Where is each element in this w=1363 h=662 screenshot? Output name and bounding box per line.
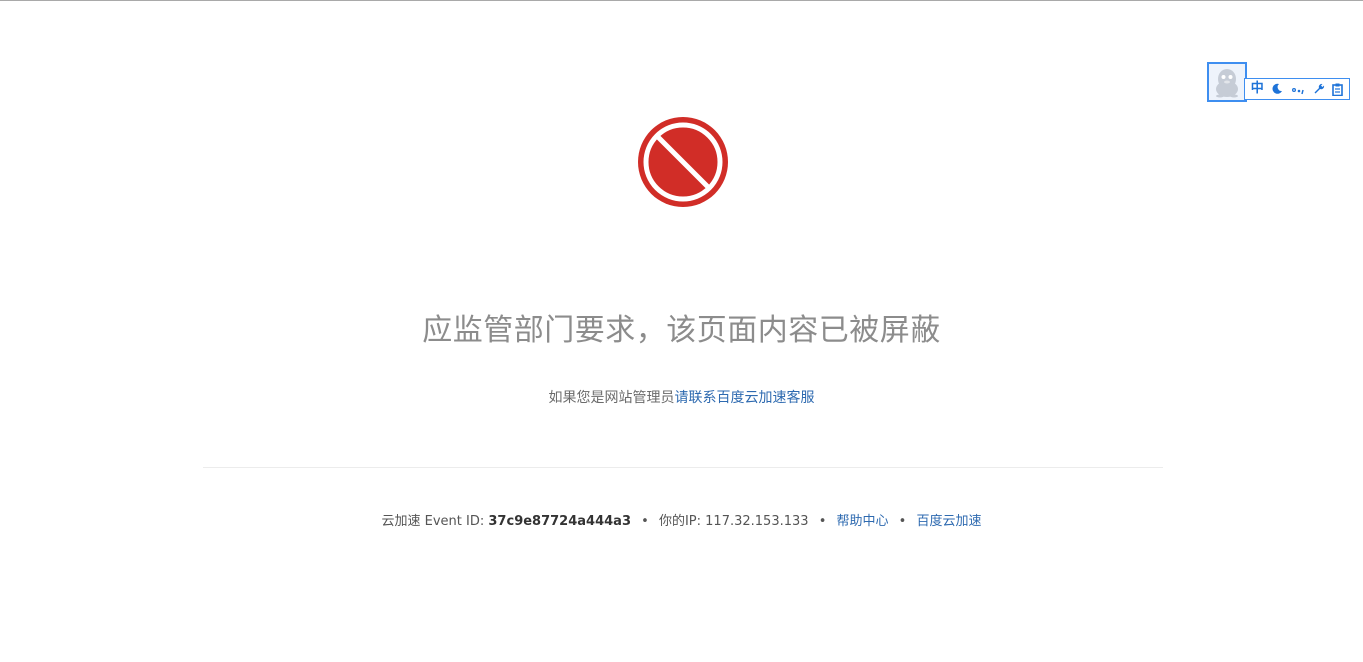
ip-value: 117.32.153.133 (705, 514, 809, 529)
qq-penguin-icon[interactable] (1207, 62, 1247, 102)
moon-icon[interactable] (1271, 83, 1283, 95)
top-border (0, 0, 1363, 1)
contact-line: 如果您是网站管理员请联系百度云加速客服 (0, 387, 1363, 407)
ime-toolbar: 中 (1244, 78, 1350, 100)
blocked-headline: 应监管部门要求，该页面内容已被屏蔽 (422, 313, 941, 348)
ime-mode-toggle[interactable]: 中 (1251, 79, 1264, 99)
baidu-yunjiasu-link[interactable]: 百度云加速 (916, 514, 981, 529)
contact-support-link[interactable]: 请联系百度云加速客服 (675, 390, 815, 406)
help-center-link[interactable]: 帮助中心 (837, 514, 889, 529)
separator-dot: • (898, 514, 907, 529)
divider (203, 467, 1163, 468)
contact-prefix: 如果您是网站管理员 (548, 390, 675, 406)
clipboard-icon[interactable] (1332, 83, 1343, 96)
event-id: 37c9e87724a444a3 (488, 514, 632, 529)
footer: 云加速 Event ID: 37c9e87724a444a3 • 你的IP: 1… (0, 510, 1363, 529)
separator-dot: • (818, 514, 827, 529)
event-label: 云加速 Event ID: (381, 514, 489, 529)
wrench-icon[interactable] (1313, 83, 1325, 95)
punctuation-icon[interactable] (1291, 83, 1305, 95)
separator-dot: • (641, 514, 649, 529)
blocked-icon (638, 117, 728, 207)
ip-label: 你的IP: (658, 514, 706, 529)
